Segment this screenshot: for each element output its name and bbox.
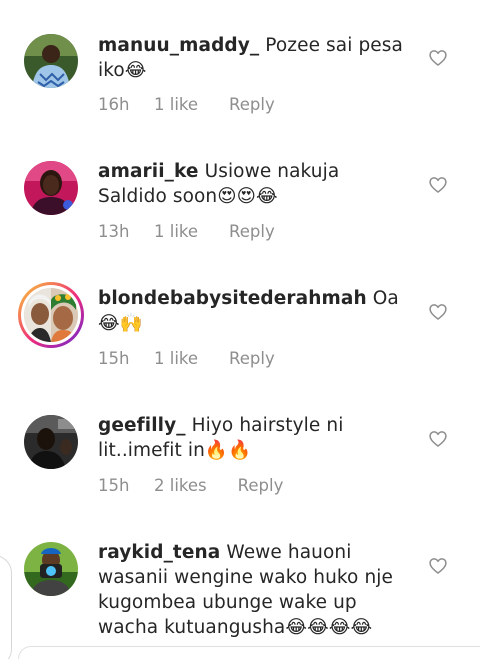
reply-button[interactable]: Reply	[238, 476, 284, 495]
comment-time: 13h	[98, 222, 130, 241]
reply-button[interactable]: Reply	[229, 95, 275, 114]
comment-username[interactable]: amarii_ke	[98, 161, 199, 182]
comment-likes-count[interactable]: 1 like	[154, 349, 198, 368]
comment-meta: 15h 2 likes Reply	[98, 476, 283, 495]
comment-likes-count[interactable]: 1 like	[154, 222, 198, 241]
avatar-story-ring[interactable]	[18, 282, 84, 348]
avatar[interactable]	[24, 161, 78, 215]
reply-button[interactable]: Reply	[229, 349, 275, 368]
reply-button[interactable]: Reply	[229, 222, 275, 241]
comment-time: 15h	[98, 476, 130, 495]
comments-screen: manuu_maddy_ Pozee sai pesa iko😂 16h 1 li…	[0, 0, 480, 659]
heart-icon[interactable]	[428, 302, 448, 322]
avatar	[24, 288, 78, 342]
comment-body: blondebabysitederahmah Oa 😂🙌	[98, 286, 410, 336]
heart-icon[interactable]	[428, 429, 448, 449]
heart-icon[interactable]	[428, 175, 448, 195]
comment-likes-count[interactable]: 2 likes	[154, 476, 207, 495]
comment-meta: 13h 1 like Reply	[98, 222, 275, 241]
comment-username[interactable]: geefilly_	[98, 415, 186, 436]
avatar[interactable]	[24, 415, 78, 469]
comment-likes-count[interactable]: 1 like	[154, 95, 198, 114]
comment-meta: 16h 1 like Reply	[98, 95, 275, 114]
comment-username[interactable]: manuu_maddy_	[98, 35, 259, 56]
avatar[interactable]	[24, 34, 78, 88]
avatar[interactable]	[24, 542, 78, 596]
comment-body: manuu_maddy_ Pozee sai pesa iko😂	[98, 33, 410, 83]
comment-time: 16h	[98, 95, 130, 114]
comment-username[interactable]: raykid_tena	[98, 542, 220, 563]
partially-visible-panel	[0, 555, 12, 659]
heart-icon[interactable]	[428, 48, 448, 68]
comment-body: raykid_tena Wewe hauoni wasanii wengine w…	[98, 540, 410, 640]
comment-body: geefilly_ Hiyo hairstyle ni lit..imefit i…	[98, 413, 410, 463]
partially-visible-header	[170, 0, 260, 4]
heart-icon[interactable]	[428, 556, 448, 576]
comment-meta: 15h 1 like Reply	[98, 349, 275, 368]
comment-username[interactable]: blondebabysitederahmah	[98, 288, 367, 309]
comment-body: amarii_ke Usiowe nakuja Saldido soon😍😍😂	[98, 159, 410, 209]
comment-time: 15h	[98, 349, 130, 368]
comment-input-bar-edge	[18, 646, 480, 659]
